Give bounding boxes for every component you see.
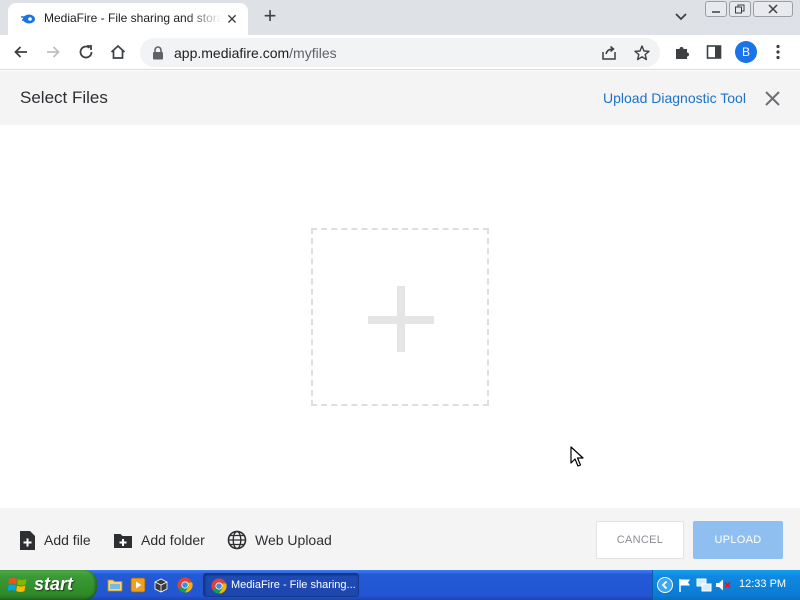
browser-toolbar: app.mediafire.com/myfiles B [0,35,800,70]
browser-tab-strip: MediaFire - File sharing and storage ✕ + [0,0,800,35]
taskbar-window-label: MediaFire - File sharing... [231,579,356,591]
plus-icon-vertical [397,286,405,352]
media-player-icon[interactable] [130,577,146,593]
system-tray: 12:33 PM [652,570,800,600]
mediafire-icon [21,14,35,24]
close-window-button[interactable] [753,1,793,17]
browser-tab[interactable]: MediaFire - File sharing and storage ✕ [8,3,248,35]
app-icon[interactable] [153,577,169,593]
file-dropzone[interactable] [311,228,489,406]
mouse-cursor-icon [570,446,584,467]
extensions-puzzle-icon[interactable] [673,43,691,61]
web-upload-label: Web Upload [255,532,332,548]
flag-icon[interactable] [677,577,693,593]
web-upload-button[interactable]: Web Upload [227,528,332,552]
url-path: /myfiles [289,45,337,61]
windows-flag-icon [8,578,27,592]
upload-button[interactable]: UPLOAD [693,521,783,559]
add-folder-icon [114,533,132,548]
add-file-icon [20,530,35,550]
add-file-label: Add file [44,532,91,548]
tab-search-chevron-icon[interactable] [672,9,690,25]
url-host: app.mediafire.com [174,45,290,61]
chrome-icon[interactable] [177,577,193,593]
tab-title: MediaFire - File sharing and storage [44,11,222,25]
tab-close-icon[interactable]: ✕ [224,11,240,27]
add-folder-button[interactable]: Add folder [113,528,205,552]
profile-avatar[interactable]: B [735,41,757,63]
taskbar-clock: 12:33 PM [739,578,787,590]
back-arrow-icon[interactable] [12,43,30,61]
taskbar: start MediaFire - File sharing... 12:33 … [0,570,800,600]
side-panel-icon[interactable] [705,43,723,61]
add-folder-label: Add folder [141,532,205,548]
upload-dialog-footer: Add file Add folder Web Upload CANCEL UP… [0,508,800,570]
home-icon[interactable] [109,43,127,61]
network-icon[interactable] [696,577,712,593]
explorer-icon[interactable] [107,577,123,593]
volume-muted-icon[interactable] [715,577,731,593]
add-file-button[interactable]: Add file [19,528,91,552]
chevron-left-icon[interactable] [657,577,673,593]
lock-icon[interactable] [152,46,164,60]
close-icon[interactable] [764,90,781,107]
start-label: start [34,574,74,594]
start-button[interactable]: start [0,570,97,600]
minimize-button[interactable] [705,1,727,17]
url-text[interactable]: app.mediafire.com/myfiles [174,45,337,61]
reload-icon[interactable] [77,43,95,61]
chrome-icon [211,578,227,594]
menu-dots-icon[interactable] [770,43,786,61]
dialog-title: Select Files [20,88,108,107]
share-icon[interactable] [600,44,618,62]
cancel-button[interactable]: CANCEL [596,521,684,559]
globe-icon [227,530,247,550]
plus-icon[interactable]: + [259,5,281,28]
taskbar-window-button[interactable]: MediaFire - File sharing... [203,573,359,597]
upload-dialog-header: Select Files Upload Diagnostic Tool [0,71,800,125]
bookmark-star-icon[interactable] [633,44,651,62]
upload-diagnostic-link[interactable]: Upload Diagnostic Tool [603,90,746,106]
forward-arrow-icon[interactable] [44,43,62,61]
address-bar[interactable]: app.mediafire.com/myfiles [140,38,660,67]
restore-button[interactable] [729,1,751,17]
